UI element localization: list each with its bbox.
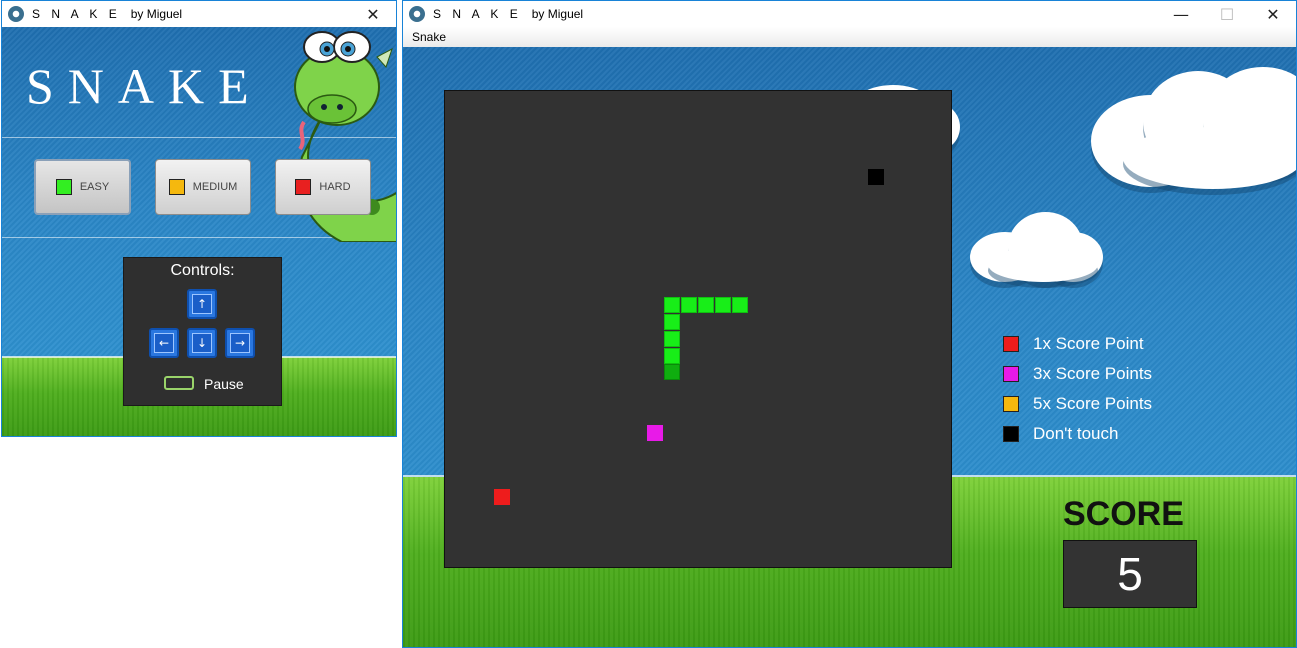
- right-arrow-glyph: →: [230, 333, 250, 353]
- snake-segment: [664, 331, 680, 347]
- left-arrow-glyph: ←: [154, 333, 174, 353]
- menu-scene: SNAKE EASY MEDIUM HARD Controls: ↑ ← ↓ →…: [2, 27, 396, 436]
- pause-label: Pause: [204, 376, 244, 392]
- medium-button[interactable]: MEDIUM: [155, 159, 251, 215]
- magenta-swatch: [1003, 366, 1019, 382]
- game-board[interactable]: [444, 90, 952, 568]
- snake-segment: [715, 297, 731, 313]
- legend-item: 3x Score Points: [1003, 364, 1152, 384]
- controls-title: Controls:: [170, 262, 235, 279]
- legend-label: 3x Score Points: [1033, 364, 1153, 383]
- app-icon: [409, 6, 425, 22]
- down-arrow-key-icon: ↓: [187, 328, 217, 358]
- snake-segment: [681, 297, 697, 313]
- snake-segment: [732, 297, 748, 313]
- medium-label: MEDIUM: [192, 181, 238, 193]
- menu-title-suffix: by Miguel: [130, 7, 183, 21]
- up-arrow-glyph: ↑: [192, 294, 212, 314]
- game-scene: 1x Score Point 3x Score Points 5x Score …: [403, 47, 1296, 647]
- black-swatch: [1003, 426, 1019, 442]
- snake-segment: [664, 297, 680, 313]
- game-close-button[interactable]: ✕: [1250, 1, 1296, 27]
- legend-item: 1x Score Point: [1003, 334, 1144, 354]
- game-window-title: S N A K E by Miguel: [433, 7, 583, 21]
- snake-segment: [664, 348, 680, 364]
- menu-close-button[interactable]: ✕: [350, 1, 396, 27]
- hard-color-swatch: [295, 179, 312, 195]
- legend-label: 5x Score Points: [1033, 394, 1153, 413]
- game-title-prefix: S N A K E: [433, 7, 522, 21]
- red-food: [494, 489, 510, 505]
- down-arrow-glyph: ↓: [192, 333, 212, 353]
- legend-label: 1x Score Point: [1033, 334, 1144, 353]
- maximize-button[interactable]: ☐: [1204, 1, 1250, 27]
- easy-label: EASY: [79, 181, 110, 193]
- snake-segment: [698, 297, 714, 313]
- controls-panel: Controls: ↑ ← ↓ → Pause: [123, 257, 282, 406]
- score-label: SCORE: [1063, 495, 1184, 533]
- legend-item: 5x Score Points: [1003, 394, 1152, 414]
- black-obstacle: [868, 169, 884, 185]
- snake-logo: SNAKE: [26, 58, 263, 114]
- legend-item: Don't touch: [1003, 424, 1118, 444]
- snake-head: [664, 364, 680, 380]
- menu-title-prefix: S N A K E: [32, 7, 121, 21]
- menu-window-title: S N A K E by Miguel: [32, 7, 182, 21]
- game-titlebar[interactable]: S N A K E by Miguel — ☐ ✕: [403, 1, 1296, 27]
- menu-item-snake[interactable]: Snake: [412, 30, 446, 44]
- game-window: S N A K E by Miguel — ☐ ✕ Snake 1x Score…: [402, 0, 1297, 648]
- spacebar-key-icon: [164, 376, 194, 390]
- hard-label: HARD: [319, 181, 351, 193]
- game-title-suffix: by Miguel: [531, 7, 584, 21]
- menu-bar: Snake: [403, 27, 1296, 47]
- snake-segment: [664, 314, 680, 330]
- app-icon: [8, 6, 24, 22]
- score-display: 5: [1063, 540, 1197, 608]
- hard-button[interactable]: HARD: [275, 159, 371, 215]
- up-arrow-key-icon: ↑: [187, 289, 217, 319]
- magenta-food: [647, 425, 663, 441]
- yellow-swatch: [1003, 396, 1019, 412]
- medium-color-swatch: [168, 179, 185, 195]
- right-arrow-key-icon: →: [225, 328, 255, 358]
- easy-button[interactable]: EASY: [34, 159, 131, 215]
- red-swatch: [1003, 336, 1019, 352]
- menu-titlebar[interactable]: S N A K E by Miguel ✕: [2, 1, 396, 27]
- menu-window: S N A K E by Miguel ✕ SNAKE EASY MEDIUM …: [1, 0, 397, 437]
- legend-label: Don't touch: [1033, 424, 1119, 443]
- minimize-button[interactable]: —: [1158, 1, 1204, 27]
- easy-color-swatch: [55, 179, 72, 195]
- left-arrow-key-icon: ←: [149, 328, 179, 358]
